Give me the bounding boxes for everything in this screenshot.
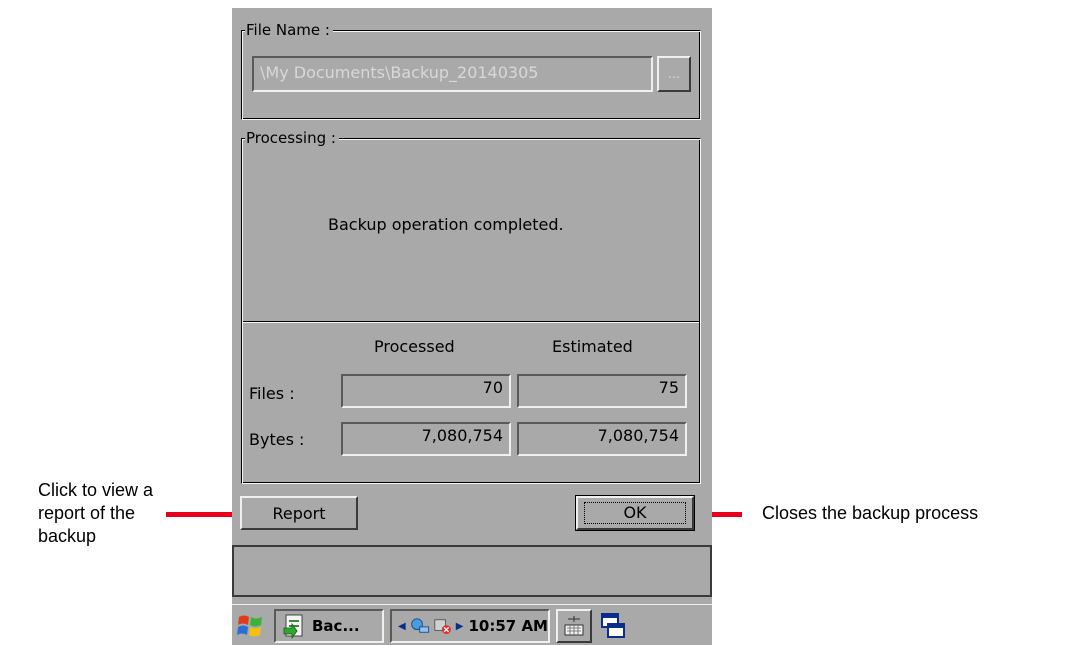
browse-button: ...: [657, 56, 691, 92]
report-button-label: Report: [272, 503, 326, 523]
bytes-processed-field: 7,080,754: [341, 422, 511, 456]
status-message: Backup operation completed.: [328, 215, 564, 234]
windows-flag-icon: [237, 615, 262, 637]
file-path-field: \My Documents\Backup_20140305: [252, 56, 653, 92]
taskbar: Bac... ◀ ▶ 10:57 AM: [232, 604, 712, 645]
callout-report-line-1: Click to view a: [38, 480, 154, 500]
files-processed-field: 70: [341, 374, 511, 408]
disconnected-icon[interactable]: [433, 615, 453, 637]
backup-app-icon: [283, 614, 303, 639]
processing-group-label: Processing :: [245, 129, 339, 147]
status-bar: [232, 545, 712, 597]
task-button-backup[interactable]: Bac...: [274, 609, 384, 643]
column-header-processed: Processed: [374, 337, 455, 356]
file-name-group-label: File Name :: [245, 21, 333, 39]
device-screen: File Name : \My Documents\Backup_2014030…: [232, 8, 712, 645]
callout-report-line-3: backup: [38, 526, 97, 546]
column-header-estimated: Estimated: [552, 337, 633, 356]
callout-report-line: [166, 512, 238, 517]
callout-ok-text: Closes the backup process: [762, 503, 979, 523]
files-row-label: Files :: [249, 384, 295, 403]
keyboard-button[interactable]: [556, 609, 592, 643]
ok-button[interactable]: OK: [575, 495, 695, 531]
file-path-text: \My Documents\Backup_20140305: [260, 63, 539, 82]
files-estimated-field: 75: [517, 374, 687, 408]
start-button[interactable]: [236, 611, 266, 641]
browse-button-label: ...: [667, 66, 681, 82]
processing-divider: [243, 321, 699, 322]
tray-scroll-left-icon[interactable]: ◀: [398, 621, 406, 632]
ok-button-label: OK: [584, 502, 686, 524]
bytes-row-label: Bytes :: [249, 430, 305, 449]
bytes-estimated-value: 7,080,754: [597, 426, 679, 445]
files-estimated-value: 75: [658, 378, 679, 397]
windows-switch-icon: [601, 613, 625, 638]
task-button-label: Bac...: [312, 617, 360, 635]
files-processed-value: 70: [482, 378, 503, 397]
show-desktop-button[interactable]: [598, 611, 628, 641]
report-button[interactable]: Report: [240, 496, 358, 530]
tray-scroll-right-icon[interactable]: ▶: [456, 621, 464, 632]
bytes-processed-value: 7,080,754: [421, 426, 503, 445]
system-tray: ◀ ▶ 10:57 AM: [390, 609, 550, 643]
keyboard-icon: [564, 616, 584, 636]
clock: 10:57 AM: [468, 617, 548, 635]
bytes-estimated-field: 7,080,754: [517, 422, 687, 456]
network-icon[interactable]: [409, 615, 430, 637]
